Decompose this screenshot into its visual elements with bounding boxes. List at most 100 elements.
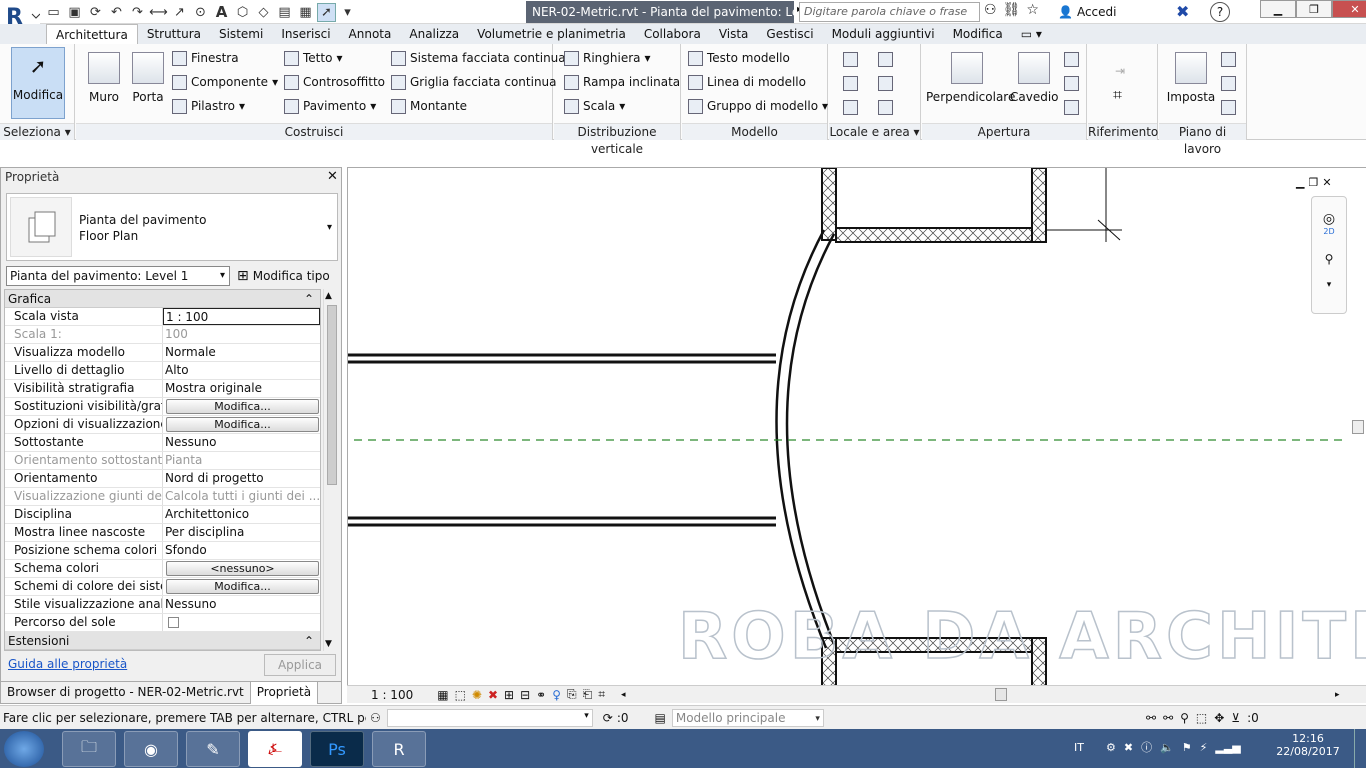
wall-opening-button[interactable]: [1064, 48, 1079, 70]
system-color-schemes-button[interactable]: Modifica...: [166, 579, 319, 594]
grid-button[interactable]: ⌗: [1113, 84, 1122, 106]
restore-icon[interactable]: ❐: [1296, 0, 1332, 18]
room-icon[interactable]: [843, 51, 858, 67]
controsoffitto-button[interactable]: Controsoffitto: [284, 71, 385, 93]
table-row[interactable]: Orientamento Nord di progetto: [5, 470, 320, 488]
help-icon[interactable]: ?: [1210, 2, 1230, 22]
table-row[interactable]: Scala vista 1 : 100: [5, 308, 320, 326]
tab-vista[interactable]: Vista: [710, 24, 758, 44]
group-estensioni[interactable]: Estensioni ⌃: [5, 632, 320, 650]
type-selector[interactable]: Pianta del pavimento Floor Plan ▾: [6, 193, 338, 261]
temp-hide-icon[interactable]: ⚭: [536, 688, 546, 702]
analytical-model-icon[interactable]: ⌗: [598, 687, 605, 702]
canvas-scroll-thumb[interactable]: [1352, 420, 1364, 434]
tab-gestisci[interactable]: Gestisci: [757, 24, 822, 44]
close-icon[interactable]: ✕: [1332, 0, 1366, 18]
table-row[interactable]: Schemi di colore dei sistemiModifica...: [5, 578, 320, 596]
table-row[interactable]: Mostra linee nascoste Per disciplina: [5, 524, 320, 542]
filter-icon[interactable]: ⊻: [1231, 711, 1240, 725]
imposta-button[interactable]: Imposta: [1165, 48, 1217, 104]
tab-struttura[interactable]: Struttura: [138, 24, 210, 44]
montante-button[interactable]: Montante: [391, 95, 467, 117]
photoshop-icon[interactable]: Ps: [310, 731, 364, 767]
select-by-face-icon[interactable]: ⬚: [1196, 711, 1207, 725]
componente-button[interactable]: Componente ▾: [172, 71, 278, 93]
open-icon[interactable]: ▭: [44, 3, 63, 22]
select-cursor-icon[interactable]: ➚: [317, 2, 336, 22]
finestra-button[interactable]: Finestra: [172, 47, 239, 69]
scroll-right-icon[interactable]: ▸: [1335, 690, 1340, 700]
reveal-hidden-icon[interactable]: ♀: [552, 688, 561, 702]
room-separator-icon[interactable]: [843, 99, 858, 115]
workset-combo[interactable]: ▾: [386, 708, 593, 727]
prop-value[interactable]: Per disciplina: [163, 524, 320, 541]
area-tag-icon[interactable]: [878, 99, 893, 115]
color-scheme-button[interactable]: <nessuno>: [166, 561, 319, 576]
table-row[interactable]: Stile visualizzazione analisi...Nessuno: [5, 596, 320, 614]
undo-icon[interactable]: ↶: [107, 3, 126, 22]
apply-button[interactable]: Applica: [264, 654, 336, 676]
area-boundary-icon[interactable]: [878, 75, 893, 91]
prop-value[interactable]: Nessuno: [163, 434, 320, 451]
sign-in-button[interactable]: 👤 Accedi ▾: [1058, 2, 1184, 22]
instance-filter-combo[interactable]: Pianta del pavimento: Level 1 ▾: [6, 266, 230, 286]
tag-icon[interactable]: ⊙: [191, 3, 210, 22]
prop-value[interactable]: Nessuno: [163, 596, 320, 613]
show-workplane-button[interactable]: [1221, 48, 1236, 70]
horizontal-scroll-thumb[interactable]: [995, 688, 1007, 701]
dimension-icon[interactable]: ↗: [170, 3, 189, 22]
wall-top-right[interactable]: [1031, 168, 1047, 243]
tab-collabora[interactable]: Collabora: [635, 24, 710, 44]
volume-icon[interactable]: 🔈: [1160, 741, 1174, 754]
tab-analizza[interactable]: Analizza: [400, 24, 468, 44]
sun-path-checkbox[interactable]: [168, 617, 179, 628]
sun-path-icon[interactable]: ✺: [472, 688, 482, 702]
linea-modello-button[interactable]: Linea di modello: [688, 71, 806, 93]
porta-button[interactable]: Porta: [128, 48, 168, 104]
scroll-left-icon[interactable]: ◂: [621, 690, 626, 700]
area-icon[interactable]: [878, 51, 893, 67]
lock-3d-icon[interactable]: ⎘: [567, 687, 577, 702]
crop-view-icon[interactable]: ⊞: [504, 688, 514, 702]
tab-project-browser[interactable]: Browser di progetto - NER-02-Metric.rvt: [1, 681, 251, 704]
tetto-button[interactable]: Tetto ▾: [284, 47, 342, 69]
pilastro-button[interactable]: Pilastro ▾: [172, 95, 245, 117]
wall-top-bottom[interactable]: [835, 227, 1033, 243]
prop-value[interactable]: Alto: [163, 362, 320, 379]
tab-modifica[interactable]: Modifica: [944, 24, 1012, 44]
steering-wheel-icon[interactable]: ◎: [1312, 211, 1346, 227]
table-row[interactable]: Sottostante Nessuno: [5, 434, 320, 452]
select-underlay-icon[interactable]: ⚯: [1163, 711, 1173, 725]
vertical-opening-button[interactable]: [1064, 72, 1079, 94]
properties-help-link[interactable]: Guida alle proprietà: [8, 657, 127, 671]
drawing-canvas[interactable]: ROBA DA ARCHITETTI ▁ ❐ ✕ ◎ 2D ⚲ ▾: [347, 167, 1366, 685]
worksharing-icon[interactable]: ⎗: [583, 687, 593, 702]
binoculars-icon[interactable]: ⚇: [984, 2, 997, 18]
cavedio-button[interactable]: Cavedio: [1010, 48, 1059, 104]
exchange-apps-icon[interactable]: ✖: [1176, 2, 1189, 21]
minimize-icon[interactable]: ▁: [1260, 0, 1296, 18]
qat-dropdown-icon[interactable]: ▾: [338, 3, 357, 22]
minimize-icon[interactable]: ▁: [1296, 176, 1304, 189]
search-input[interactable]: Digitare parola chiave o frase: [799, 2, 980, 22]
edit-type-button[interactable]: ⊞ Modifica tipo: [237, 266, 330, 286]
section-icon[interactable]: ◇: [254, 3, 273, 22]
detail-level-icon[interactable]: ▦: [437, 688, 448, 702]
table-row[interactable]: Livello di dettaglio Alto: [5, 362, 320, 380]
curved-wall-outer[interactable]: [775, 229, 828, 649]
testo-modello-button[interactable]: Testo modello: [688, 47, 790, 69]
dormer-opening-button[interactable]: [1064, 96, 1079, 118]
app-icon[interactable]: ✎: [186, 731, 240, 767]
prop-value[interactable]: Mostra originale: [163, 380, 320, 397]
pavimento-button[interactable]: Pavimento ▾: [284, 95, 376, 117]
locale-area-dropdown[interactable]: Locale e area ▾: [829, 123, 920, 140]
scroll-up-icon[interactable]: ▲: [325, 291, 332, 301]
prop-value-input[interactable]: 1 : 100: [163, 308, 320, 325]
show-crop-icon[interactable]: ⊟: [520, 688, 530, 702]
tab-architettura[interactable]: Architettura: [46, 24, 138, 44]
zoom-icon[interactable]: ⚲: [1312, 252, 1346, 266]
clock[interactable]: 12:16 22/08/2017: [1276, 732, 1340, 758]
rampa-button[interactable]: Rampa inclinata: [564, 71, 680, 93]
close-icon[interactable]: ✕: [1322, 176, 1331, 189]
sync-icon[interactable]: ⟳: [86, 3, 105, 22]
